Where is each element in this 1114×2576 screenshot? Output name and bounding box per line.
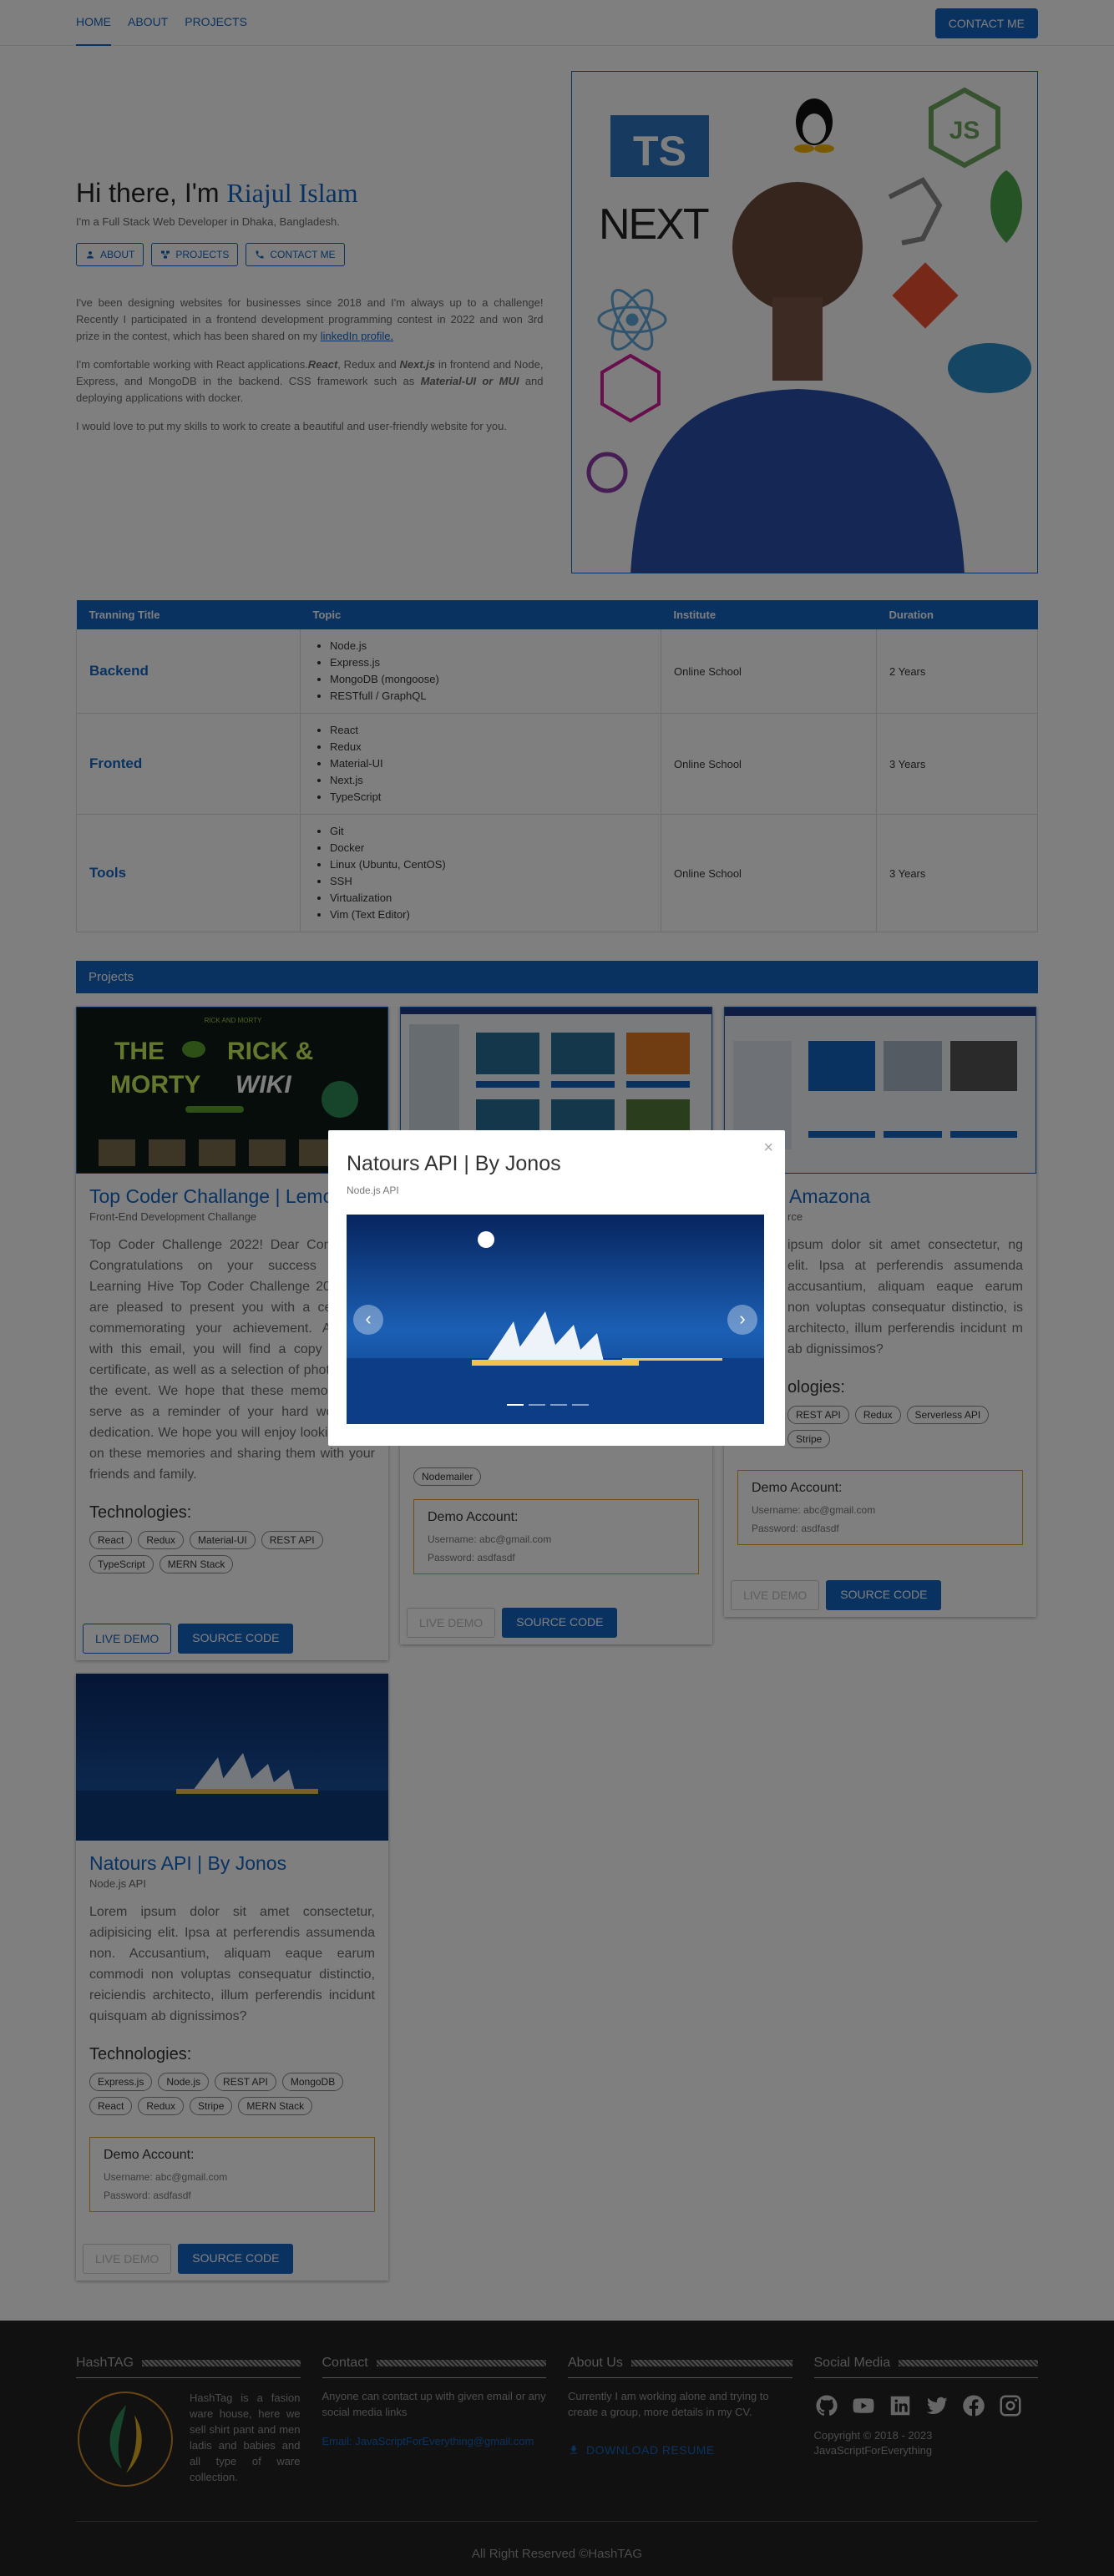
close-icon[interactable]: ×: [763, 1139, 773, 1158]
carousel-dot[interactable]: [572, 1404, 589, 1406]
carousel-prev-button[interactable]: ‹: [353, 1305, 383, 1335]
carousel-dot[interactable]: [507, 1404, 524, 1406]
carousel-dot[interactable]: [550, 1404, 567, 1406]
carousel-dot[interactable]: [529, 1404, 545, 1406]
modal-title: Natours API | By Jonos: [347, 1152, 561, 1175]
carousel-image: [347, 1215, 764, 1424]
image-carousel: ‹ ›: [347, 1215, 764, 1424]
carousel-next-button[interactable]: ›: [727, 1305, 757, 1335]
project-modal: × Natours API | By Jonos Node.js API ‹ ›: [328, 1130, 785, 1446]
modal-subtitle: Node.js API: [347, 1184, 399, 1196]
carousel-indicators: [507, 1404, 589, 1406]
